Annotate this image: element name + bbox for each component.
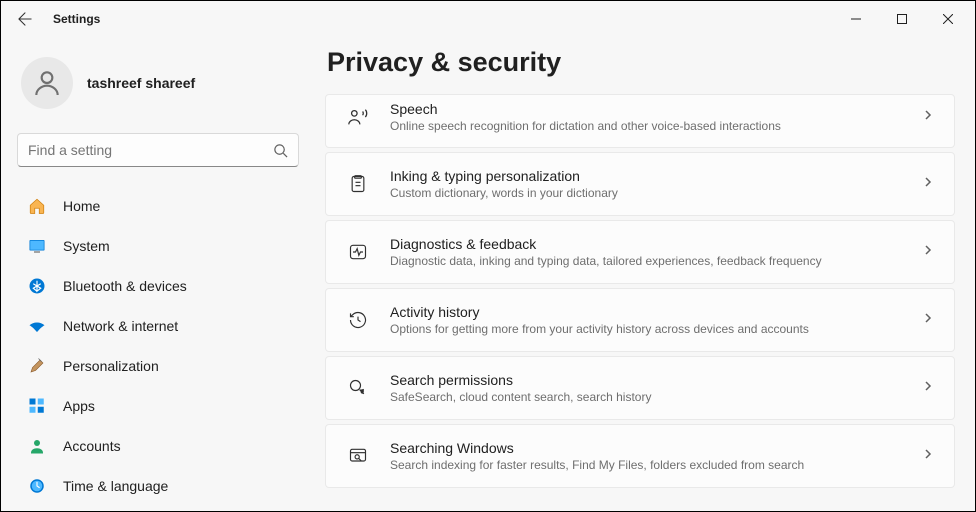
close-button[interactable] xyxy=(925,1,971,37)
arrow-left-icon xyxy=(18,12,32,26)
card-desc: Options for getting more from your activ… xyxy=(390,322,922,336)
inking-icon xyxy=(346,174,370,194)
card-desc: Custom dictionary, words in your diction… xyxy=(390,186,922,200)
sidebar-item-label: Apps xyxy=(63,398,95,414)
sidebar-item-apps[interactable]: Apps xyxy=(17,387,299,425)
paint-icon xyxy=(27,356,47,376)
home-icon xyxy=(27,196,47,216)
app-title: Settings xyxy=(53,12,100,26)
sidebar-item-label: Home xyxy=(63,198,100,214)
card-title: Searching Windows xyxy=(390,440,922,456)
sidebar-item-personalization[interactable]: Personalization xyxy=(17,347,299,385)
card-speech[interactable]: Speech Online speech recognition for dic… xyxy=(325,94,955,148)
card-title: Activity history xyxy=(390,304,922,320)
chevron-right-icon xyxy=(922,175,934,193)
minimize-icon xyxy=(851,14,861,24)
chevron-right-icon xyxy=(922,108,934,126)
close-icon xyxy=(943,14,953,24)
card-title: Inking & typing personalization xyxy=(390,168,922,184)
card-desc: Online speech recognition for dictation … xyxy=(390,119,922,133)
wifi-icon xyxy=(27,316,47,336)
card-desc: Search indexing for faster results, Find… xyxy=(390,458,922,472)
bluetooth-icon xyxy=(27,276,47,296)
sidebar-item-label: Bluetooth & devices xyxy=(63,278,187,294)
title-bar: Settings xyxy=(1,1,975,37)
accounts-icon xyxy=(27,436,47,456)
person-icon xyxy=(31,67,63,99)
card-title: Search permissions xyxy=(390,372,922,388)
sidebar-item-home[interactable]: Home xyxy=(17,187,299,225)
system-icon xyxy=(27,236,47,256)
search-window-icon xyxy=(346,446,370,466)
chevron-right-icon xyxy=(922,243,934,261)
search-input[interactable] xyxy=(28,142,273,158)
sidebar-item-label: Personalization xyxy=(63,358,159,374)
chevron-right-icon xyxy=(922,379,934,397)
speech-icon xyxy=(346,106,370,128)
maximize-icon xyxy=(897,14,907,24)
maximize-button[interactable] xyxy=(879,1,925,37)
card-inking[interactable]: Inking & typing personalization Custom d… xyxy=(325,152,955,216)
search-box[interactable] xyxy=(17,133,299,167)
page-title: Privacy & security xyxy=(325,47,955,78)
card-diagnostics[interactable]: Diagnostics & feedback Diagnostic data, … xyxy=(325,220,955,284)
clock-icon xyxy=(27,476,47,496)
profile-name: tashreef shareef xyxy=(87,75,195,91)
sidebar-item-time[interactable]: Time & language xyxy=(17,467,299,505)
sidebar-item-label: Time & language xyxy=(63,478,168,494)
card-searching-windows[interactable]: Searching Windows Search indexing for fa… xyxy=(325,424,955,488)
avatar xyxy=(21,57,73,109)
sidebar-item-network[interactable]: Network & internet xyxy=(17,307,299,345)
card-title: Diagnostics & feedback xyxy=(390,236,922,252)
window-controls xyxy=(833,1,971,37)
sidebar-item-label: System xyxy=(63,238,110,254)
sidebar-item-bluetooth[interactable]: Bluetooth & devices xyxy=(17,267,299,305)
card-desc: Diagnostic data, inking and typing data,… xyxy=(390,254,922,268)
back-button[interactable] xyxy=(5,1,45,37)
profile-region[interactable]: tashreef shareef xyxy=(21,57,295,109)
sidebar: tashreef shareef Home System Bluetooth &… xyxy=(1,37,311,511)
card-activity[interactable]: Activity history Options for getting mor… xyxy=(325,288,955,352)
card-desc: SafeSearch, cloud content search, search… xyxy=(390,390,922,404)
main-content: Privacy & security Speech Online speech … xyxy=(311,37,975,511)
search-shield-icon xyxy=(346,378,370,398)
sidebar-item-label: Accounts xyxy=(63,438,121,454)
chevron-right-icon xyxy=(922,447,934,465)
card-title: Speech xyxy=(390,101,922,117)
sidebar-item-accounts[interactable]: Accounts xyxy=(17,427,299,465)
minimize-button[interactable] xyxy=(833,1,879,37)
diagnostics-icon xyxy=(346,242,370,262)
sidebar-item-label: Network & internet xyxy=(63,318,178,334)
sidebar-item-system[interactable]: System xyxy=(17,227,299,265)
apps-icon xyxy=(27,396,47,416)
history-icon xyxy=(346,310,370,330)
search-icon xyxy=(273,143,288,158)
chevron-right-icon xyxy=(922,311,934,329)
card-search-permissions[interactable]: Search permissions SafeSearch, cloud con… xyxy=(325,356,955,420)
